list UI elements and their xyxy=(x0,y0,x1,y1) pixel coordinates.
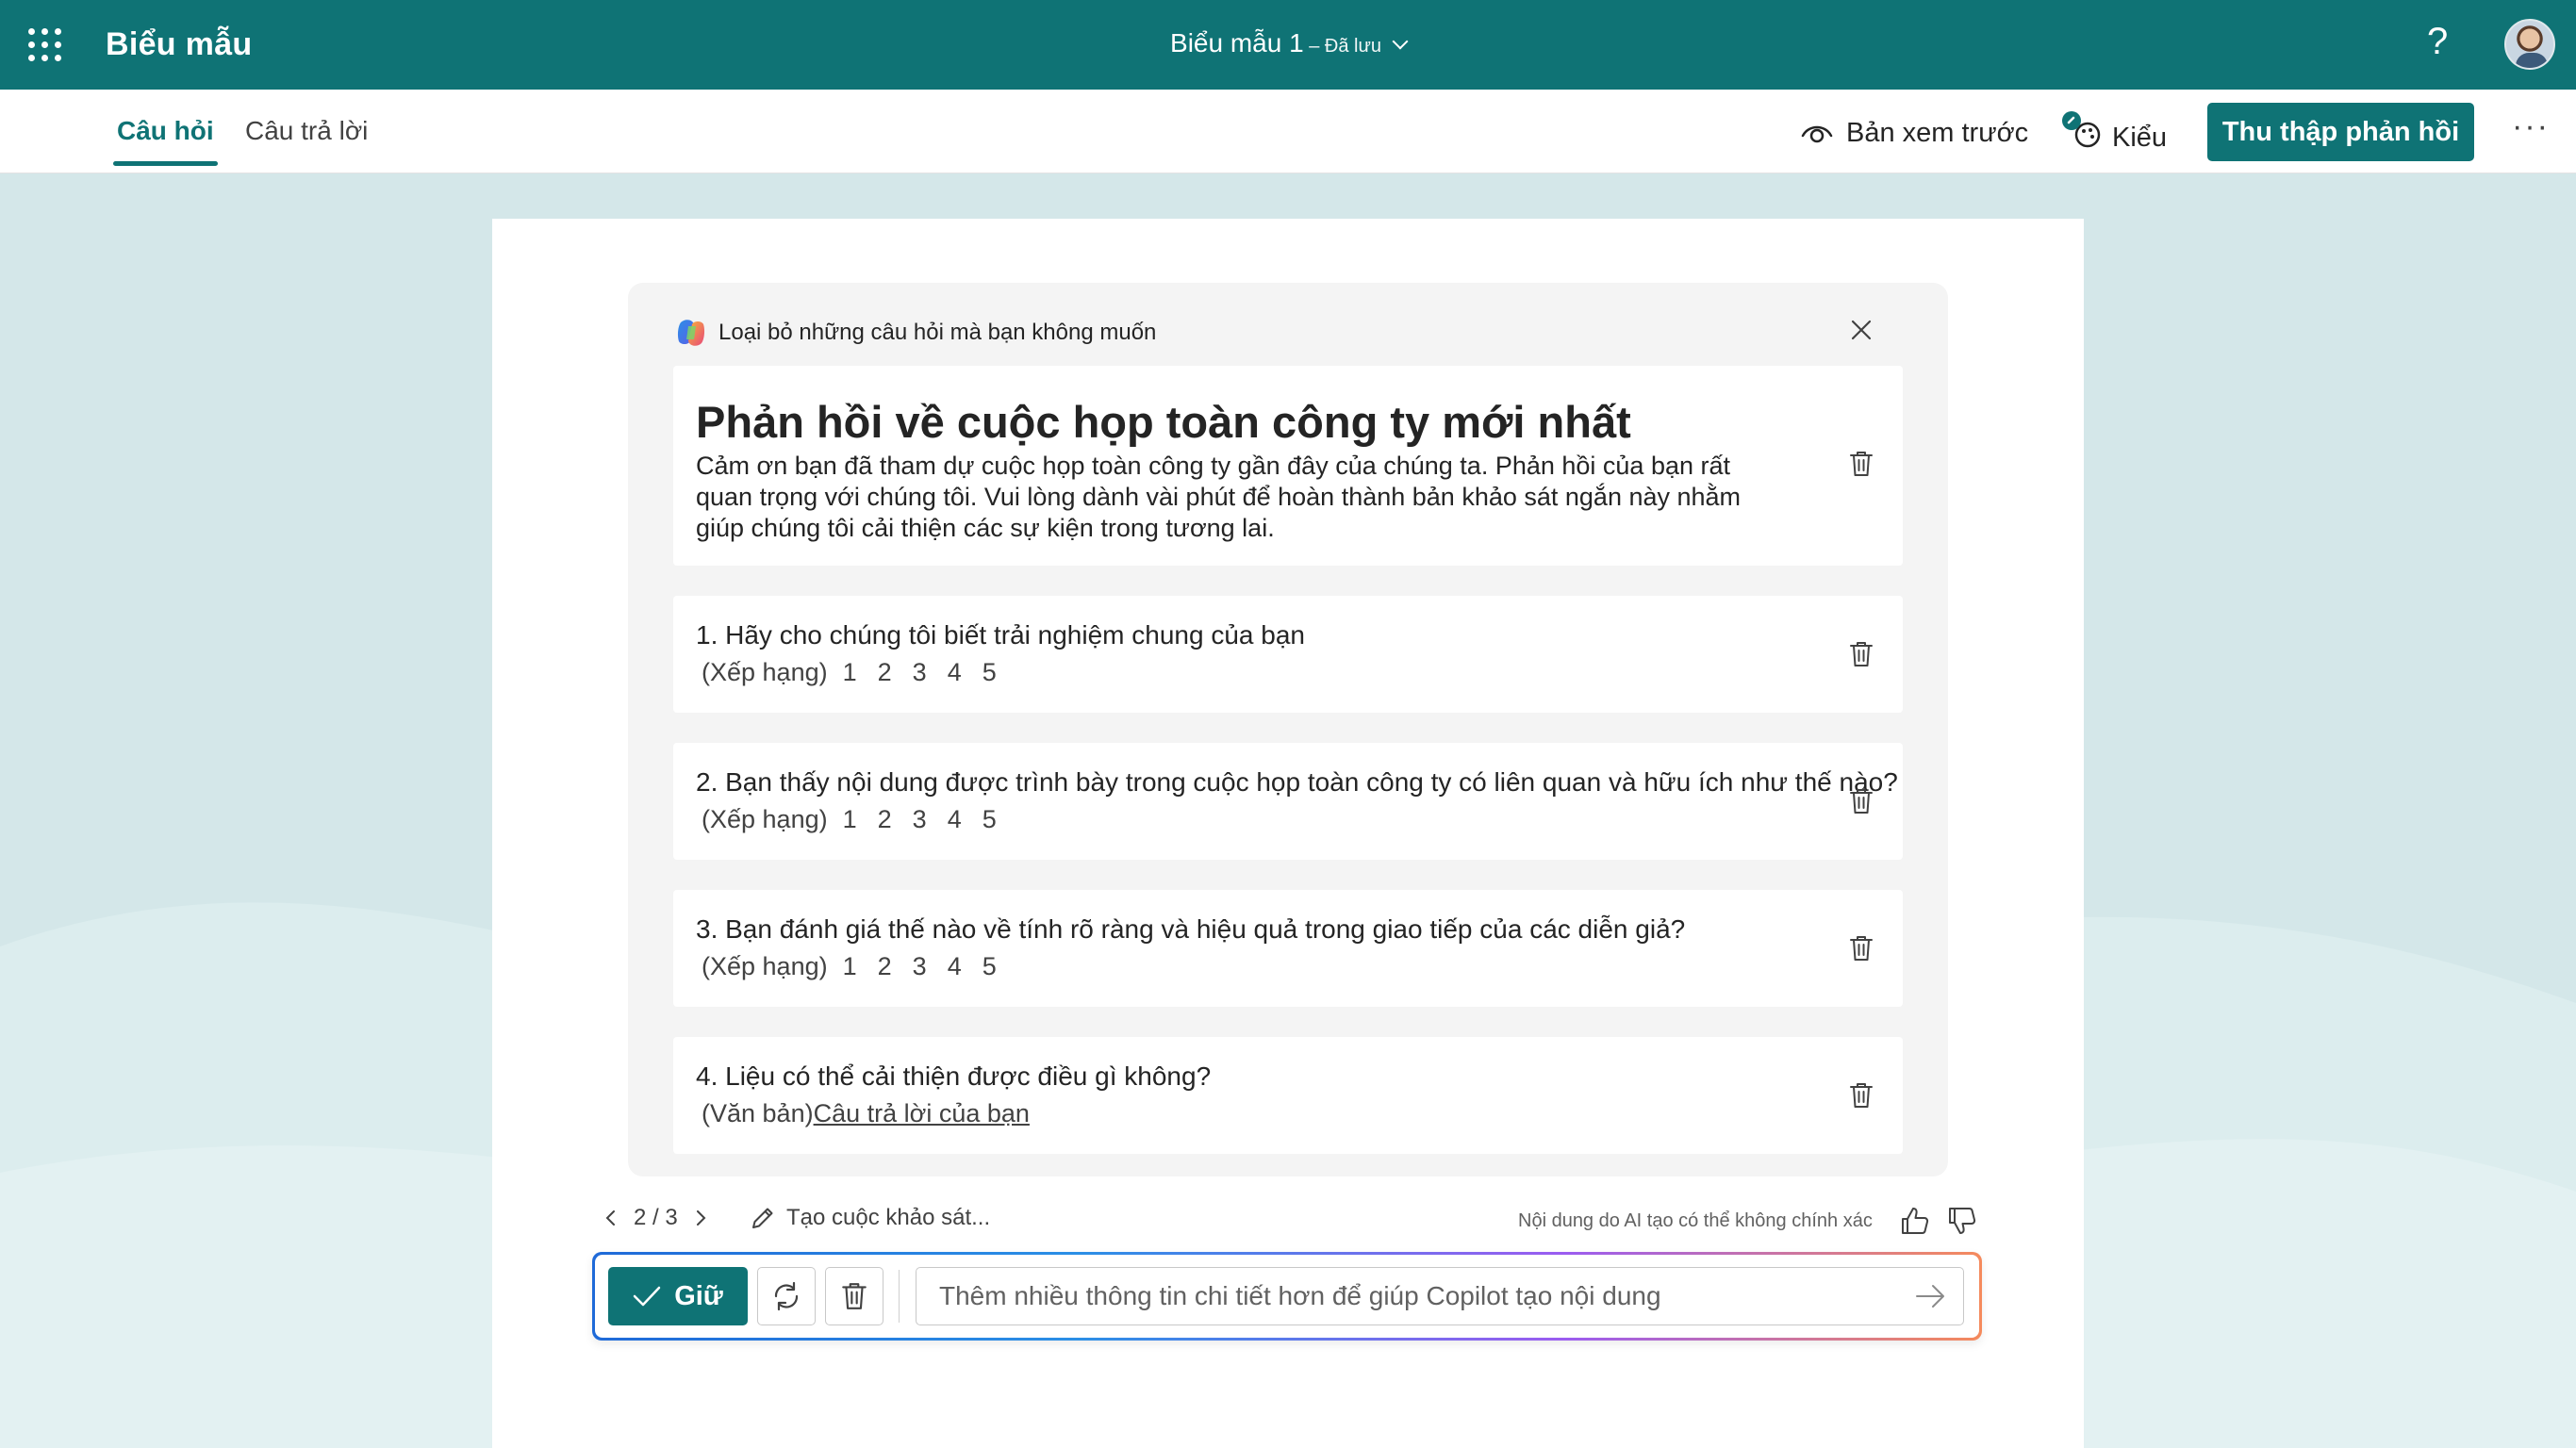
question-block: 4. Liệu có thể cải thiện được điều gì kh… xyxy=(673,1037,1903,1154)
toolbar-divider xyxy=(899,1270,900,1323)
chevron-left-icon[interactable] xyxy=(603,1210,619,1226)
form-title: Phản hồi về cuộc họp toàn công ty mới nh… xyxy=(696,397,1631,447)
question-meta: (Xếp hạng) 12345 xyxy=(702,805,997,834)
copilot-card-header: Loại bỏ những câu hỏi mà bạn không muốn xyxy=(675,317,1156,349)
rating-option: 5 xyxy=(982,805,997,833)
pencil-icon xyxy=(752,1208,773,1228)
question-text: 1. Hãy cho chúng tôi biết trải nghiệm ch… xyxy=(696,620,1305,650)
rating-option: 2 xyxy=(877,658,892,686)
thumbs-down-icon[interactable] xyxy=(1946,1205,1978,1237)
pager-count: 2 / 3 xyxy=(634,1205,678,1230)
answer-placeholder: Câu trả lời của bạn xyxy=(813,1099,1030,1127)
question-block: 2. Bạn thấy nội dung được trình bày tron… xyxy=(673,743,1903,860)
question-meta: (Văn bản) Câu trả lời của bạn xyxy=(702,1099,1030,1128)
rating-option: 3 xyxy=(912,952,927,980)
question-type: (Xếp hạng) xyxy=(702,952,828,980)
collect-responses-button[interactable]: Thu thập phản hồi xyxy=(2207,103,2474,161)
more-options-icon[interactable]: ··· xyxy=(2512,108,2550,145)
rating-option: 4 xyxy=(947,805,962,833)
preview-button[interactable]: Bản xem trước xyxy=(1801,118,2028,149)
rating-option: 4 xyxy=(947,952,962,980)
delete-question-button[interactable] xyxy=(1846,931,1876,965)
question-text: 4. Liệu có thể cải thiện được điều gì kh… xyxy=(696,1061,1212,1091)
rating-option: 5 xyxy=(982,952,997,980)
rating-option: 5 xyxy=(982,658,997,686)
form-description: Cảm ơn bạn đã tham dự cuộc họp toàn công… xyxy=(696,452,1742,542)
trash-icon xyxy=(1850,642,1873,666)
question-text: 3. Bạn đánh giá thế nào về tính rõ ràng … xyxy=(696,914,1686,944)
question-meta: (Xếp hạng) 12345 xyxy=(702,658,997,687)
regenerate-button[interactable] xyxy=(757,1267,816,1325)
close-button[interactable] xyxy=(1844,313,1878,347)
keep-label: Giữ xyxy=(674,1280,723,1311)
eye-icon xyxy=(1801,125,1833,142)
question-type: (Xếp hạng) xyxy=(702,805,828,833)
delete-question-button[interactable] xyxy=(1846,637,1876,671)
keep-button[interactable]: Giữ xyxy=(608,1267,748,1325)
chevron-right-icon[interactable] xyxy=(693,1210,708,1226)
help-icon[interactable]: ? xyxy=(2427,21,2448,63)
trash-icon xyxy=(1850,1083,1873,1108)
trash-icon xyxy=(842,1283,867,1309)
document-title[interactable]: Biểu mẫu 1 xyxy=(1170,28,1304,58)
send-arrow-icon[interactable] xyxy=(1915,1282,1947,1310)
rating-options: 12345 xyxy=(843,805,997,834)
tab-responses[interactable]: Câu trả lời xyxy=(245,116,368,146)
copilot-icon xyxy=(677,320,705,346)
command-bar: Câu hỏi Câu trả lời Bản xem trước Kiểu T… xyxy=(0,90,2576,173)
chevron-down-icon[interactable] xyxy=(1392,33,1409,50)
form-title-block: Phản hồi về cuộc họp toàn công ty mới nh… xyxy=(673,366,1903,566)
question-block: 3. Bạn đánh giá thế nào về tính rõ ràng … xyxy=(673,890,1903,1007)
question-text: 2. Bạn thấy nội dung được trình bày tron… xyxy=(696,767,1898,797)
suggestion-pager: 2 / 3 xyxy=(603,1205,708,1231)
close-icon xyxy=(1851,320,1872,340)
save-status: – Đã lưu xyxy=(1303,36,1381,57)
palette-icon xyxy=(2062,111,2101,148)
trash-icon xyxy=(1850,936,1873,961)
rating-option: 3 xyxy=(912,805,927,833)
rating-option: 3 xyxy=(912,658,927,686)
delete-title-button[interactable] xyxy=(1846,447,1876,481)
prompt-input[interactable] xyxy=(916,1267,1964,1325)
question-block: 1. Hãy cho chúng tôi biết trải nghiệm ch… xyxy=(673,596,1903,713)
prompt-bar-inner: Giữ xyxy=(595,1255,1979,1338)
rating-option: 4 xyxy=(947,658,962,686)
ai-disclaimer: Nội dung do AI tạo có thể không chính xá… xyxy=(1518,1210,1873,1231)
question-type: (Văn bản) xyxy=(702,1099,814,1127)
rating-option: 2 xyxy=(877,952,892,980)
rating-option: 1 xyxy=(842,805,857,833)
copilot-prompt-bar: Giữ xyxy=(592,1252,1982,1341)
thumbs-up-icon[interactable] xyxy=(1899,1205,1931,1237)
copilot-card-title: Loại bỏ những câu hỏi mà bạn không muốn xyxy=(718,320,1157,345)
rating-option: 1 xyxy=(842,952,857,980)
delete-question-button[interactable] xyxy=(1846,1078,1876,1112)
tab-questions[interactable]: Câu hỏi xyxy=(113,116,218,166)
refresh-icon xyxy=(774,1281,799,1311)
question-type: (Xếp hạng) xyxy=(702,658,828,686)
rating-option: 1 xyxy=(842,658,857,686)
delete-question-button[interactable] xyxy=(1846,784,1876,818)
style-button[interactable]: Kiểu xyxy=(2061,111,2168,157)
rating-option: 2 xyxy=(877,805,892,833)
trash-icon xyxy=(1850,789,1873,814)
style-label: Kiểu xyxy=(2112,122,2168,153)
create-survey-button[interactable]: Tạo cuộc khảo sát... xyxy=(751,1205,990,1231)
trash-icon xyxy=(1850,452,1873,476)
top-bar: Biểu mẫu Biểu mẫu 1 – Đã lưu ? xyxy=(0,0,2576,90)
question-meta: (Xếp hạng) 12345 xyxy=(702,952,997,981)
checkmark-icon xyxy=(633,1286,661,1307)
discard-button[interactable] xyxy=(825,1267,883,1325)
document-title-area: Biểu mẫu 1 – Đã lưu xyxy=(0,28,2576,58)
rating-options: 12345 xyxy=(843,658,997,687)
rating-options: 12345 xyxy=(843,952,997,981)
create-survey-label: Tạo cuộc khảo sát... xyxy=(786,1205,991,1230)
avatar[interactable] xyxy=(2504,19,2555,70)
preview-label: Bản xem trước xyxy=(1846,118,2029,148)
